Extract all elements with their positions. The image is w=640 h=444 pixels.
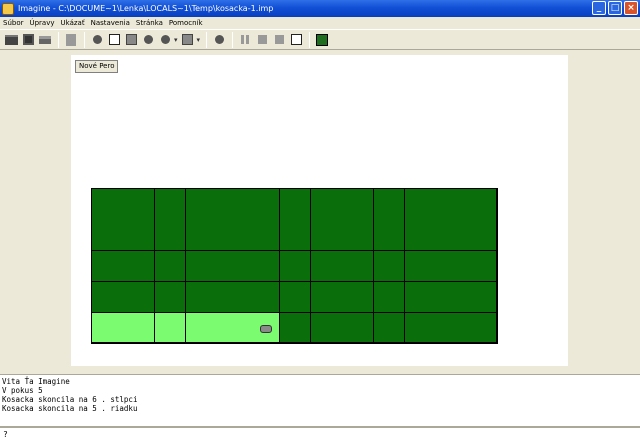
print-icon[interactable] — [37, 32, 53, 48]
grid-cell — [280, 313, 311, 343]
grid-cell — [92, 189, 155, 251]
log-line: Vita Ťa Imagine — [2, 377, 70, 386]
grid-cell — [155, 313, 186, 343]
chevron-down-icon[interactable]: ▾ — [174, 36, 178, 44]
title-bar: Imagine - C:\DOCUME~1\Lenka\LOCALS~1\Tem… — [0, 0, 640, 17]
app-icon — [2, 2, 14, 15]
minimize-button[interactable]: _ — [592, 1, 606, 15]
hand-icon[interactable] — [89, 32, 105, 48]
grid-cell — [186, 189, 280, 251]
grid-cell — [311, 189, 374, 251]
log-line: Kosacka skoncila na 6 . stlpci — [2, 395, 138, 404]
toolbar-separator — [232, 31, 234, 48]
grid-cell — [311, 313, 374, 343]
grid-cell — [280, 282, 311, 313]
step-icon[interactable] — [271, 32, 287, 48]
log-line: V pokus 5 — [2, 386, 43, 395]
grid-cell — [280, 189, 311, 251]
menu-page[interactable]: Stránka — [133, 19, 166, 27]
tool-gray-icon[interactable] — [63, 32, 79, 48]
green-panel-icon[interactable] — [314, 32, 330, 48]
pen-icon[interactable] — [211, 32, 227, 48]
grid-cell — [92, 282, 155, 313]
log-line: Kosacka skoncila na 5 . riadku — [2, 404, 138, 413]
grid-cell — [374, 251, 405, 282]
grid-cell — [155, 282, 186, 313]
toolbar: ▾ ▾ — [0, 29, 640, 50]
command-line[interactable]: ? — [0, 426, 640, 444]
menu-file[interactable]: Súbor — [0, 19, 26, 27]
grid-cell — [405, 313, 497, 343]
grid-cell — [405, 189, 497, 251]
mower-turtle-icon[interactable] — [260, 325, 272, 333]
grid-cell — [374, 313, 405, 343]
frame-icon[interactable] — [106, 32, 122, 48]
chevron-down-icon[interactable]: ▾ — [197, 36, 201, 44]
command-prompt: ? — [3, 430, 8, 439]
grid-cell — [405, 251, 497, 282]
output-log: Vita Ťa Imagine V pokus 5 Kosacka skonci… — [0, 374, 640, 426]
pause-icon[interactable] — [237, 32, 253, 48]
grid-cell — [186, 251, 280, 282]
maximize-button[interactable]: □ — [608, 1, 622, 15]
menu-bar: Súbor Úpravy Ukázať Nastavenia Stránka P… — [0, 17, 640, 29]
grid-cell — [92, 313, 155, 343]
grid-cell — [405, 282, 497, 313]
toolbar-separator — [58, 31, 59, 48]
grid-cell — [155, 189, 186, 251]
lawn-grid[interactable] — [91, 188, 498, 344]
menu-settings[interactable]: Nastavenia — [88, 19, 133, 27]
grid-cell — [311, 282, 374, 313]
grid-cell — [311, 251, 374, 282]
open-folder-icon[interactable] — [3, 32, 19, 48]
target-icon[interactable] — [157, 32, 173, 48]
turtle-tool-icon[interactable] — [180, 32, 196, 48]
toolbar-separator — [84, 31, 85, 48]
grid-cell — [92, 251, 155, 282]
new-pen-button[interactable]: Nové Pero — [75, 60, 119, 73]
window-title: Imagine - C:\DOCUME~1\Lenka\LOCALS~1\Tem… — [18, 4, 274, 13]
grid-cell — [280, 251, 311, 282]
menu-view[interactable]: Ukázať — [58, 19, 88, 27]
grid-cell — [155, 251, 186, 282]
grid-cell — [374, 282, 405, 313]
menu-help[interactable]: Pomocník — [166, 19, 206, 27]
toolbar-separator — [206, 31, 208, 48]
save-disk-icon[interactable] — [20, 32, 36, 48]
grid-cell — [374, 189, 405, 251]
window-icon[interactable] — [288, 32, 304, 48]
menu-edit[interactable]: Úpravy — [26, 19, 57, 27]
close-button[interactable]: × — [624, 1, 638, 15]
zoom-icon[interactable] — [140, 32, 156, 48]
grid-cell — [186, 282, 280, 313]
toolbar-separator — [309, 31, 311, 48]
filled-rect-icon[interactable] — [123, 32, 139, 48]
stop-icon[interactable] — [254, 32, 270, 48]
